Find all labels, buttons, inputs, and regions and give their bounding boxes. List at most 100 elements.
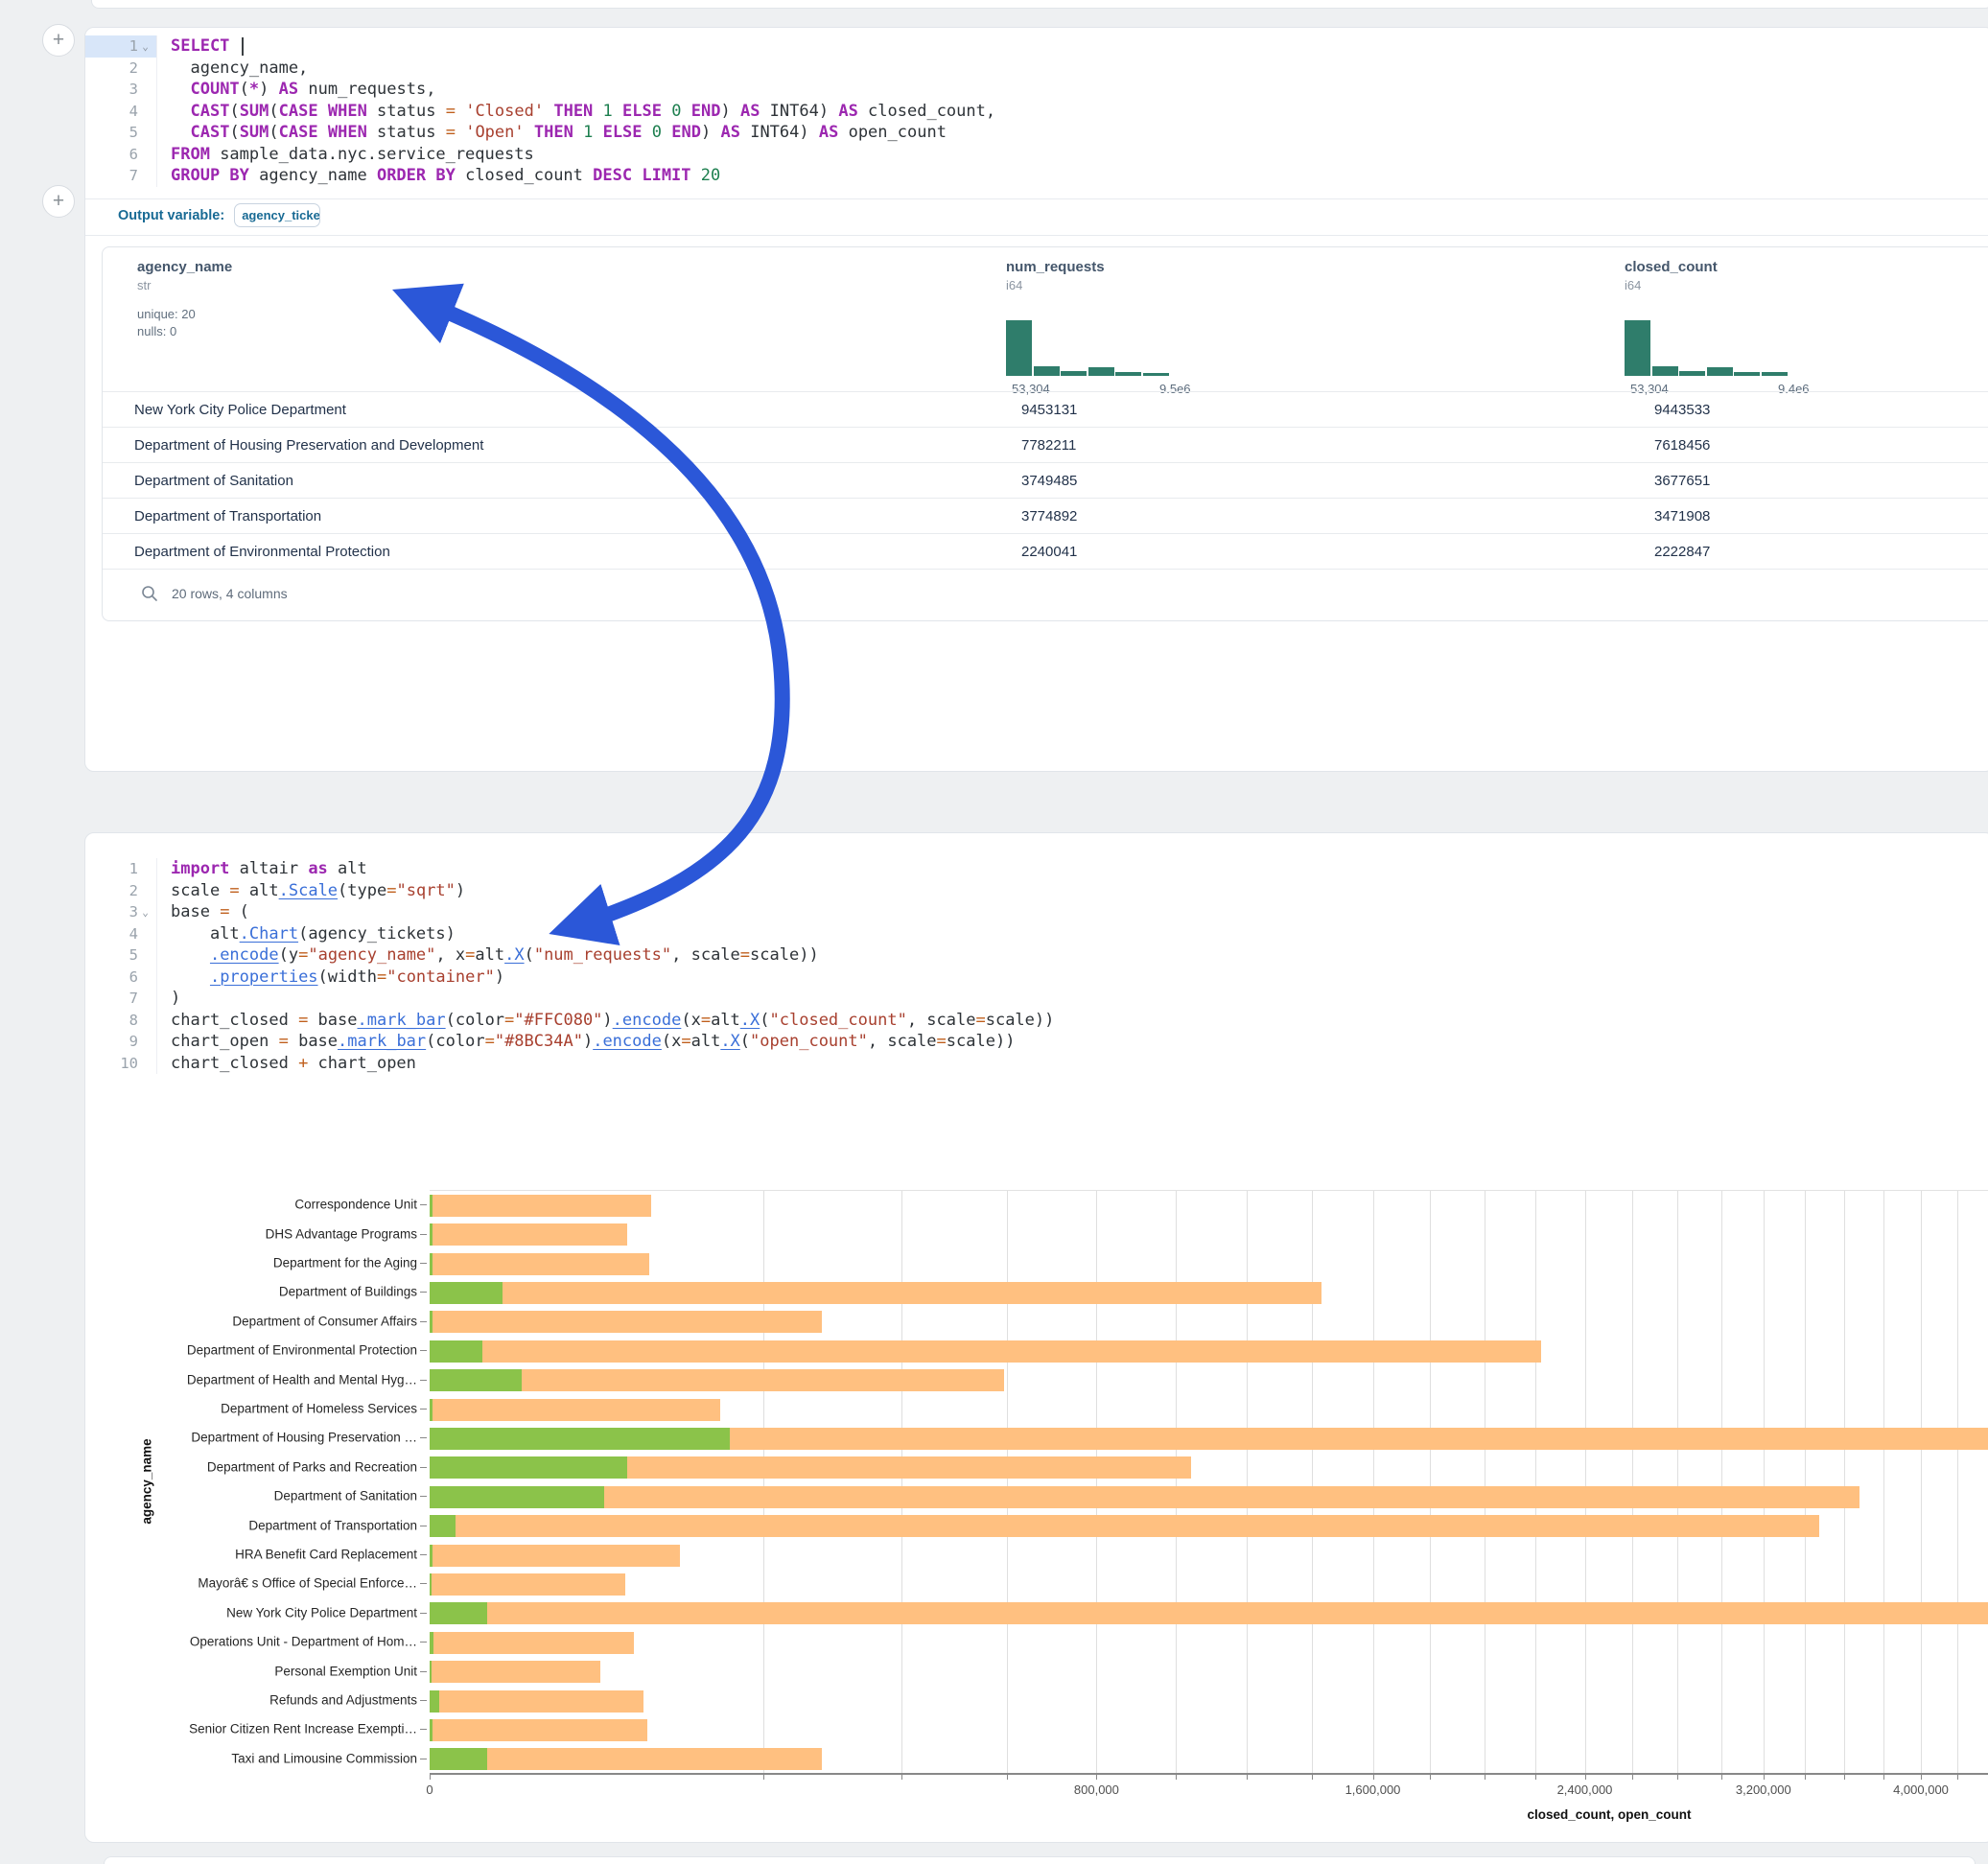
line-number-gutter: 4	[85, 923, 157, 945]
closed-count-bar	[430, 1602, 1988, 1624]
code-line[interactable]: 4 alt.Chart(agency_tickets)	[85, 923, 1988, 945]
x-axis-tick-label: 800,000	[1074, 1782, 1119, 1797]
x-axis-tick	[1535, 1775, 1536, 1780]
notebook-page: + + 1⌄SELECT 2 agency_name,3 COUNT(*) AS…	[0, 0, 1988, 1864]
altair-plot-area[interactable]	[430, 1190, 1988, 1774]
code-line[interactable]: 6FROM sample_data.nyc.service_requests	[85, 144, 1988, 166]
sql-cell-card: 1⌄SELECT 2 agency_name,3 COUNT(*) AS num…	[84, 27, 1988, 772]
y-axis-tick	[420, 1642, 427, 1643]
code-line[interactable]: 9chart_open = base.mark_bar(color="#8BC3…	[85, 1031, 1988, 1053]
gridline	[1585, 1191, 1586, 1774]
open-count-bar	[430, 1632, 433, 1654]
line-number-gutter: 5	[85, 122, 157, 144]
code-line[interactable]: 8chart_closed = base.mark_bar(color="#FF…	[85, 1010, 1988, 1032]
closed-count-bar	[430, 1573, 625, 1596]
y-axis-label: Personal Exemption Unit	[274, 1664, 417, 1678]
closed-count-bar	[430, 1486, 1859, 1508]
gridline	[1764, 1191, 1765, 1774]
x-axis-tick	[1957, 1775, 1958, 1780]
line-number-gutter: 3⌄	[85, 901, 157, 923]
y-axis-label: Department of Environmental Protection	[187, 1343, 417, 1358]
output-variable-input[interactable]: agency_tickets	[234, 203, 320, 227]
y-axis-label: Department of Consumer Affairs	[232, 1314, 417, 1328]
column-header[interactable]: closed_counti6453,3049.4e6	[1625, 259, 1718, 292]
gridline	[1632, 1191, 1633, 1774]
code-line[interactable]: 7GROUP BY agency_name ORDER BY closed_co…	[85, 165, 1988, 187]
column-header[interactable]: num_requestsi6453,3049.5e6	[1006, 259, 1105, 292]
add-cell-button-top[interactable]: +	[42, 24, 75, 57]
code-line[interactable]: 5 .encode(y="agency_name", x=alt.X("num_…	[85, 944, 1988, 967]
open-count-bar	[430, 1515, 456, 1537]
code-line[interactable]: 3⌄base = (	[85, 901, 1988, 923]
y-axis-label: Senior Citizen Rent Increase Exempti…	[189, 1722, 417, 1736]
gridline	[1957, 1191, 1958, 1774]
y-axis-label: Department for the Aging	[273, 1256, 417, 1270]
next-cell-top-edge	[104, 1856, 1976, 1864]
y-axis-label: New York City Police Department	[226, 1605, 417, 1619]
y-axis-tick	[420, 1292, 427, 1293]
x-axis-tick	[1921, 1775, 1922, 1780]
cell-divider	[85, 235, 1988, 236]
line-number-gutter: 9	[85, 1031, 157, 1053]
code-line[interactable]: 6 .properties(width="container")	[85, 967, 1988, 989]
table-row[interactable]: Department of Environmental Protection22…	[103, 533, 1988, 570]
output-variable-value: agency_tickets	[242, 208, 320, 222]
search-icon[interactable]	[141, 585, 158, 602]
table-row[interactable]: Department of Transportation377489234719…	[103, 498, 1988, 534]
open-count-bar	[430, 1573, 432, 1596]
x-axis-tick	[1632, 1775, 1633, 1780]
gridline	[1677, 1191, 1678, 1774]
open-count-bar	[430, 1253, 433, 1275]
collapse-chevron-icon[interactable]: ⌄	[138, 906, 152, 919]
open-count-bar	[430, 1223, 433, 1246]
add-cell-button-output[interactable]: +	[42, 185, 75, 218]
code-line[interactable]: 5 CAST(SUM(CASE WHEN status = 'Open' THE…	[85, 122, 1988, 144]
line-number-gutter: 6	[85, 144, 157, 166]
closed-count-bar	[430, 1719, 647, 1741]
x-axis-tick	[1844, 1775, 1845, 1780]
code-line[interactable]: 10chart_closed + chart_open	[85, 1053, 1988, 1075]
sql-code-editor[interactable]: 1⌄SELECT 2 agency_name,3 COUNT(*) AS num…	[85, 35, 1988, 187]
gridline	[1883, 1191, 1884, 1774]
open-count-bar	[430, 1748, 487, 1770]
code-line[interactable]: 4 CAST(SUM(CASE WHEN status = 'Closed' T…	[85, 101, 1988, 123]
open-count-bar	[430, 1456, 627, 1479]
table-row[interactable]: Department of Sanitation37494853677651	[103, 462, 1988, 499]
open-count-bar	[430, 1195, 433, 1217]
line-number-gutter: 4	[85, 101, 157, 123]
y-axis-label: Taxi and Limousine Commission	[231, 1751, 417, 1765]
line-number-gutter: 1	[85, 858, 157, 880]
code-line[interactable]: 7)	[85, 988, 1988, 1010]
x-axis-tick	[430, 1775, 431, 1780]
gridline	[763, 1191, 764, 1774]
line-number-gutter: 1⌄	[85, 35, 157, 58]
x-axis-tick	[1430, 1775, 1431, 1780]
column-header[interactable]: agency_namestrunique: 20nulls: 0	[137, 259, 232, 340]
code-line[interactable]: 2 agency_name,	[85, 58, 1988, 80]
y-axis-tick	[420, 1671, 427, 1672]
open-count-bar	[430, 1340, 482, 1363]
line-number-gutter: 7	[85, 988, 157, 1010]
code-line[interactable]: 3 COUNT(*) AS num_requests,	[85, 79, 1988, 101]
table-row[interactable]: New York City Police Department945313194…	[103, 391, 1988, 428]
line-number-gutter: 2	[85, 880, 157, 902]
code-line[interactable]: 1import altair as alt	[85, 858, 1988, 880]
x-axis-tick-label: 4,000,000	[1893, 1782, 1949, 1797]
code-line[interactable]: 2scale = alt.Scale(type="sqrt")	[85, 880, 1988, 902]
code-line[interactable]: 1⌄SELECT	[85, 35, 1988, 58]
open-count-bar	[430, 1428, 730, 1450]
y-axis-tick	[420, 1583, 427, 1584]
closed-count-bar	[430, 1661, 600, 1683]
python-code-editor[interactable]: 1import altair as alt2scale = alt.Scale(…	[85, 858, 1988, 1074]
y-axis-tick	[420, 1613, 427, 1614]
closed-count-bar	[430, 1690, 643, 1713]
collapse-chevron-icon[interactable]: ⌄	[138, 40, 152, 53]
line-number-gutter: 10	[85, 1053, 157, 1075]
previous-cell-bottom-edge	[91, 0, 1988, 9]
table-row[interactable]: Department of Housing Preservation and D…	[103, 427, 1988, 463]
x-axis-tick-label: 3,200,000	[1736, 1782, 1791, 1797]
x-axis-tick	[1096, 1775, 1097, 1780]
closed-count-bar	[430, 1748, 822, 1770]
y-axis-tick	[420, 1380, 427, 1381]
line-number-gutter: 6	[85, 967, 157, 989]
